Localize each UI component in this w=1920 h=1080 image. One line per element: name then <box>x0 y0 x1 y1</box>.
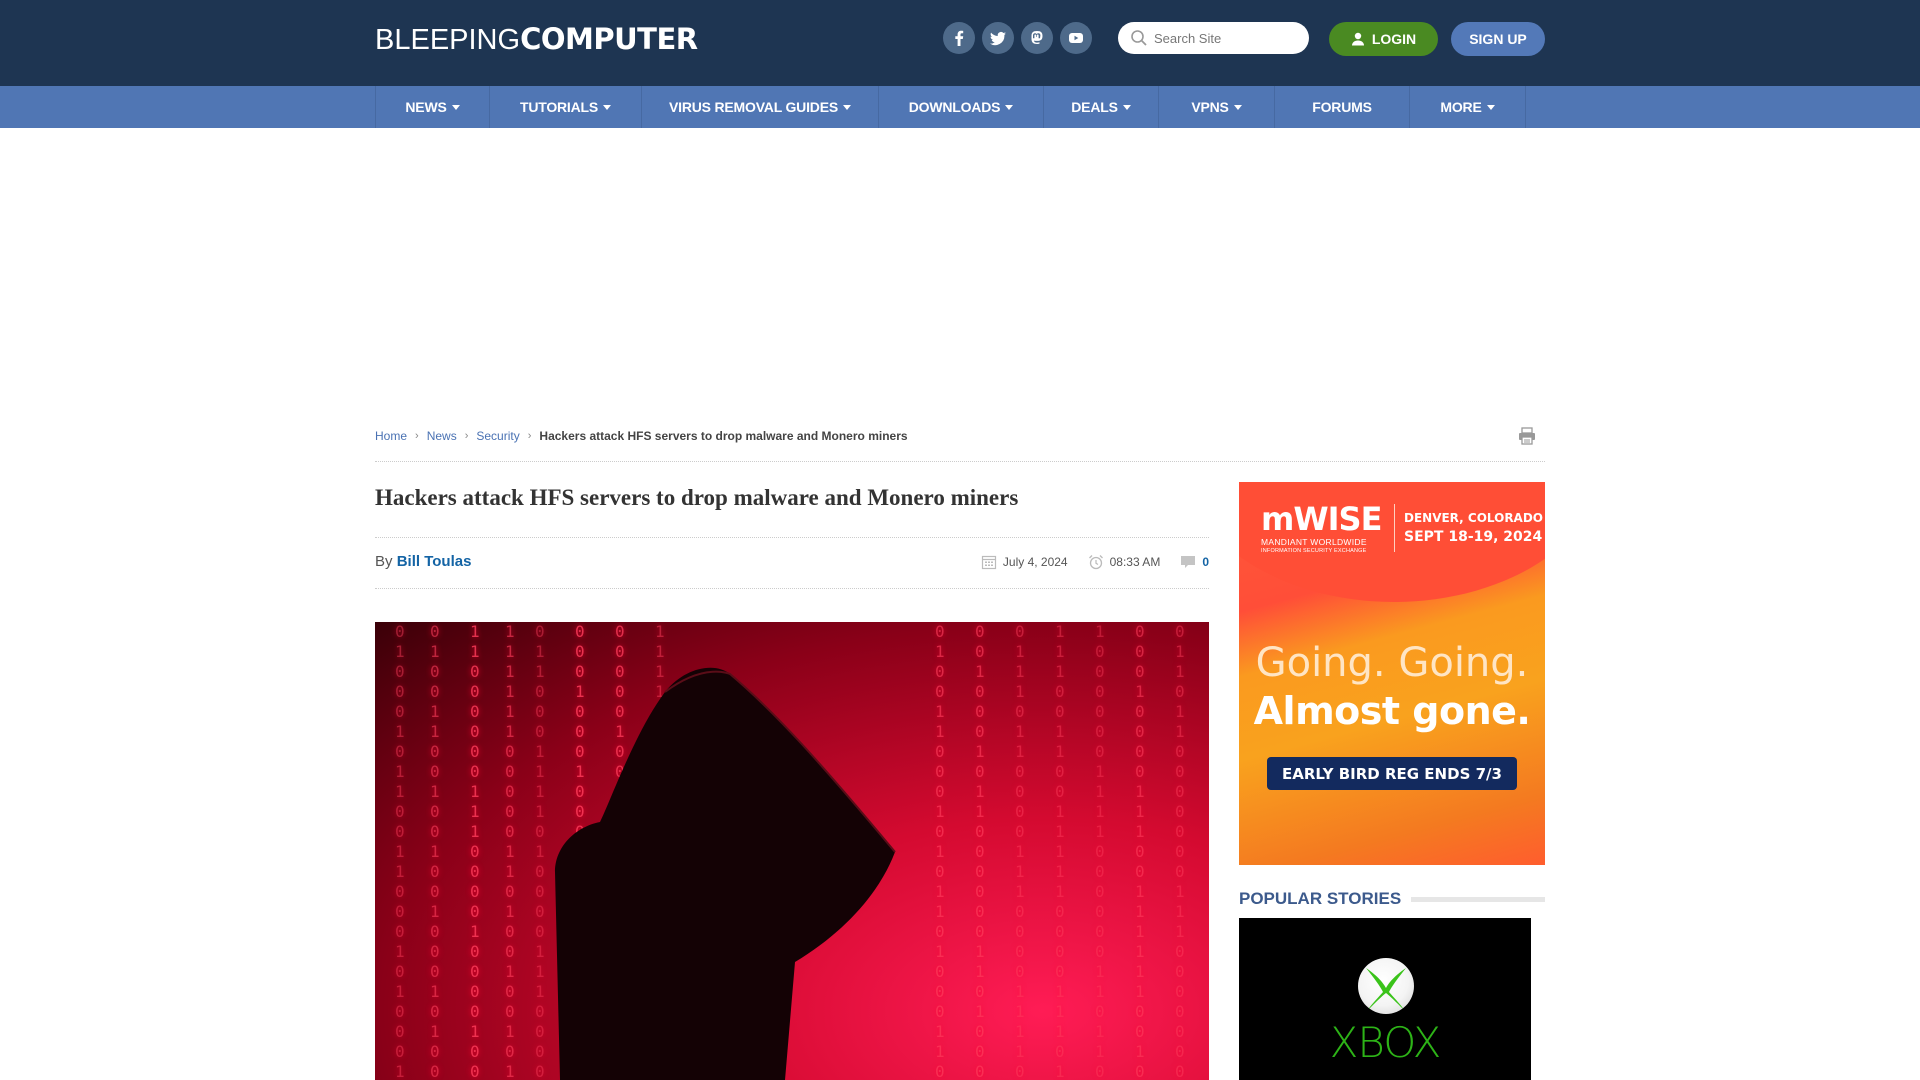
mwise-advertisement[interactable]: mWISE MANDIANT WORLDWIDE INFORMATION SEC… <box>1239 482 1545 865</box>
site-logo[interactable]: BLEEPINGCOMPUTER <box>375 22 698 57</box>
logo-bold-text: COMPUTER <box>520 22 698 56</box>
article-time: 08:33 AM <box>1109 555 1161 569</box>
caret-down-icon <box>1486 104 1495 110</box>
nav-label: NEWS <box>405 99 447 115</box>
nav-item-news[interactable]: NEWS <box>376 86 490 128</box>
mastodon-link[interactable] <box>1021 22 1053 54</box>
twitter-icon <box>990 31 1006 46</box>
facebook-icon <box>955 30 964 46</box>
nav-label: FORUMS <box>1312 99 1372 115</box>
popular-stories-rule <box>1411 896 1545 902</box>
meta-divider-bottom <box>375 588 1209 589</box>
article-date: July 4, 2024 <box>1002 555 1068 569</box>
nav-item-forums[interactable]: FORUMS <box>1275 86 1410 128</box>
login-label: LOGIN <box>1371 31 1417 47</box>
ad-headline-2: Almost gone. <box>1253 689 1531 733</box>
facebook-link[interactable] <box>943 22 975 54</box>
search-input[interactable] <box>1154 30 1304 46</box>
article-title: Hackers attack HFS servers to drop malwa… <box>375 485 1019 510</box>
article-hero-image: 0100010110011000101000110100110010010010… <box>375 622 1209 1080</box>
nav-label: DEALS <box>1071 99 1118 115</box>
popular-story-image[interactable]: XBOX <box>1239 918 1531 1080</box>
print-icon[interactable] <box>1517 426 1537 446</box>
caret-down-icon <box>1233 104 1242 110</box>
popular-stories-header: POPULAR STORIES <box>1239 889 1545 909</box>
nav-item-more[interactable]: MORE <box>1410 86 1526 128</box>
signup-label: SIGN UP <box>1469 31 1527 47</box>
ad-brand-logo: mWISE <box>1261 500 1382 538</box>
caret-down-icon <box>842 104 851 110</box>
comment-icon <box>1181 556 1196 568</box>
ad-divider <box>1394 504 1395 552</box>
ad-cta-button[interactable]: EARLY BIRD REG ENDS 7/3 <box>1267 757 1517 790</box>
byline: By Bill Toulas <box>375 553 471 570</box>
caret-down-icon <box>1005 104 1014 110</box>
nav-label: DOWNLOADS <box>908 99 1001 115</box>
chevron-right-icon: › <box>464 430 469 442</box>
logo-light-text: BLEEPING <box>375 24 521 56</box>
signup-button[interactable]: SIGN UP <box>1451 22 1545 56</box>
breadcrumb-current: Hackers attack HFS servers to drop malwa… <box>539 429 908 443</box>
by-prefix: By <box>375 553 393 570</box>
ad-brand-sub1: MANDIANT WORLDWIDE <box>1261 537 1367 547</box>
comments-count[interactable]: 0 <box>1202 555 1209 569</box>
ad-location: DENVER, COLORADO <box>1404 511 1544 525</box>
nav-item-downloads[interactable]: DOWNLOADS <box>879 86 1044 128</box>
nav-label: MORE <box>1440 99 1482 115</box>
social-links <box>943 22 1092 54</box>
alarm-clock-icon <box>1088 555 1103 570</box>
ad-headline-1: Going. Going. <box>1255 640 1529 686</box>
search-icon <box>1131 30 1147 46</box>
caret-down-icon <box>451 104 460 110</box>
xbox-wordmark: XBOX <box>1329 1018 1442 1067</box>
nav-label: TUTORIALS <box>519 99 599 115</box>
caret-down-icon <box>1122 104 1131 110</box>
breadcrumb-divider <box>375 461 1545 462</box>
breadcrumb-security[interactable]: Security <box>476 429 519 443</box>
nav-label: VIRUS REMOVAL GUIDES <box>669 99 838 115</box>
youtube-link[interactable] <box>1060 22 1092 54</box>
chevron-right-icon: › <box>415 430 419 442</box>
popular-stories-title: POPULAR STORIES <box>1239 889 1402 908</box>
nav-item-deals[interactable]: DEALS <box>1044 86 1159 128</box>
ad-dates: SEPT 18-19, 2024 <box>1404 529 1543 545</box>
nav-item-vpns[interactable]: VPNS <box>1159 86 1275 128</box>
twitter-link[interactable] <box>982 22 1014 54</box>
chevron-right-icon: › <box>527 430 532 442</box>
nav-item-virus-removal-guides[interactable]: VIRUS REMOVAL GUIDES <box>642 86 879 128</box>
site-header: BLEEPINGCOMPUTER LOGIN SIGN UP <box>0 0 1920 86</box>
article-meta: July 4, 2024 08:33 AM 0 <box>981 554 1209 570</box>
calendar-icon <box>981 555 996 570</box>
breadcrumb-home[interactable]: Home <box>375 429 407 443</box>
hooded-figure-silhouette <box>555 667 896 1080</box>
nav-label: VPNS <box>1191 99 1229 115</box>
ad-brand-sub2: INFORMATION SECURITY EXCHANGE <box>1261 548 1367 554</box>
login-button[interactable]: LOGIN <box>1329 22 1438 56</box>
nav-item-tutorials[interactable]: TUTORIALS <box>490 86 642 128</box>
mastodon-icon <box>1031 31 1043 44</box>
youtube-icon <box>1069 33 1083 43</box>
user-icon <box>1351 32 1364 46</box>
caret-down-icon <box>603 104 612 110</box>
meta-divider-top <box>375 537 1209 538</box>
search-box <box>1118 22 1309 54</box>
breadcrumb: Home › News › Security › Hackers attack … <box>375 429 908 443</box>
breadcrumb-news[interactable]: News <box>427 429 457 443</box>
main-nav: NEWS TUTORIALS VIRUS REMOVAL GUIDES DOWN… <box>0 86 1920 128</box>
xbox-logo-icon <box>1358 958 1414 1014</box>
author-link[interactable]: Bill Toulas <box>397 553 472 570</box>
